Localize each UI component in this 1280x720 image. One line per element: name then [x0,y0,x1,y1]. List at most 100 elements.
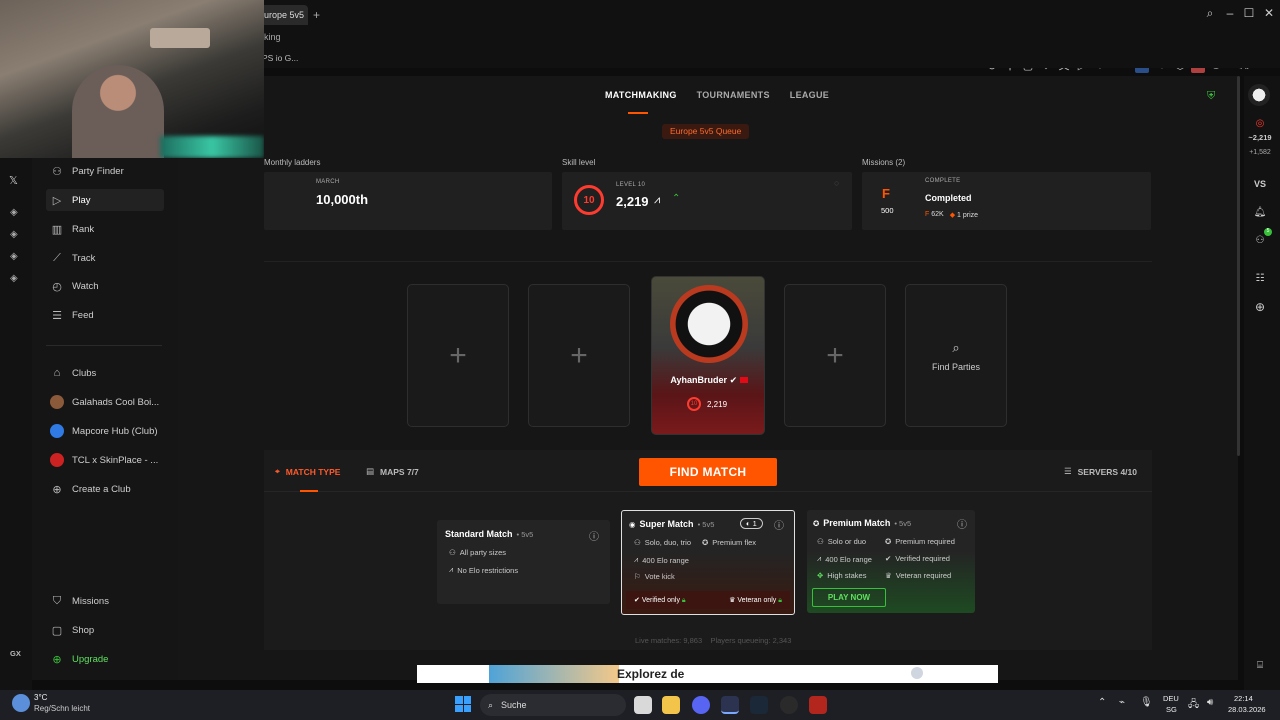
minimize-icon[interactable]: – [1223,6,1237,20]
browser-tab[interactable]: urope 5v5 [258,5,308,25]
invite-slot[interactable]: + [784,284,886,427]
sidebar-item-party-finder[interactable]: ⚇ Party Finder [46,160,164,182]
bell-icon[interactable]: 🔔︎ [1250,207,1270,218]
sidebar-item-play[interactable]: ▷ Play [46,189,164,211]
clock-date[interactable]: 28.03.2026 [1228,705,1266,714]
ad-info-icon[interactable] [911,667,923,679]
tab-league[interactable]: LEAGUE [790,90,829,100]
sidebar-item-missions[interactable]: ⛉ Missions [46,590,164,612]
info-icon[interactable]: ⓘ [589,528,599,543]
close-icon[interactable]: ✕ [1262,6,1276,20]
friends-icon[interactable]: ⚇ [1250,235,1270,246]
info-icon[interactable]: ○ [834,178,839,188]
live-stats: Live matches: 9,863 Players queueing: 2,… [635,636,791,645]
ad-banner[interactable]: Explorez de [417,665,998,683]
missions-card[interactable]: F 500 COMPLETE Completed F 62K ◆ 1 prize [862,172,1151,230]
skill-card[interactable]: 10 LEVEL 10 2,219 ⩘ ⌃ ○ [562,172,852,230]
clock-time[interactable]: 22:14 [1234,694,1253,703]
tab-match-type[interactable]: ⌖ MATCH TYPE [275,466,340,477]
create-club-button[interactable]: ⊕ Create a Club [46,478,164,500]
new-tab-icon[interactable]: + [313,8,320,22]
bookmark-item[interactable]: PS io G... [262,53,298,63]
player-card[interactable]: AyhanBruder ✔ 10 2,219 [651,276,765,435]
sidebar-club-item[interactable]: Galahads Cool Boi... [46,391,164,413]
info-icon[interactable]: ⓘ [774,517,784,532]
invite-slot[interactable]: + [528,284,630,427]
sidebar-item-feed[interactable]: ☰ Feed [46,304,164,326]
trend-icon: ⩘ [449,565,454,574]
party-list-icon[interactable]: ☷ [1250,273,1270,284]
search-icon[interactable]: ⌕ [1203,6,1217,20]
sidebar-item-shop[interactable]: ▢ Shop [46,619,164,641]
lang-layout[interactable]: SG [1166,705,1177,714]
plus-icon: + [826,338,844,372]
server-icon: ☰ [1064,466,1072,476]
network-icon[interactable]: ⌁ [1119,697,1125,708]
diamond-icon[interactable]: ◈ [10,229,18,240]
sidebar-club-item[interactable]: Mapcore Hub (Club) [46,420,164,442]
mode-suffix: • 5v5 [894,518,912,528]
network-icon[interactable]: 🖧︎ [1188,697,1199,714]
plus-icon: + [449,338,467,372]
points-icon: F [882,186,890,201]
steam-icon[interactable] [750,696,768,714]
map-icon: ▤ [366,466,375,476]
shield-icon[interactable]: ⛨ [1207,90,1215,103]
tab-tournaments[interactable]: TOURNAMENTS [697,90,770,100]
crown-icon: ♛ [729,596,736,604]
diamond-icon[interactable]: ◈ [10,207,18,218]
ladders-card[interactable]: MARCH 10,000th [264,172,552,230]
faceit-icon[interactable] [721,696,739,714]
token-badge[interactable]: ◐ 1 [740,518,763,529]
live-matches: Live matches: 9,863 [635,636,703,645]
info-icon[interactable]: ⓘ [957,516,967,531]
sidebar-item-track[interactable]: ⟋ Track [46,247,164,269]
ladders-month: MARCH [316,179,340,185]
play-now-button[interactable]: PLAY NOW [812,588,886,607]
people-icon: ⚇ [634,538,641,547]
find-parties-button[interactable]: ⌕ Find Parties [905,284,1007,427]
diamond-icon[interactable]: ◈ [10,251,18,262]
weather-icon[interactable] [12,694,30,712]
mode-suffix: • 5v5 [516,529,534,539]
discord-icon[interactable] [692,696,710,714]
volume-icon[interactable]: 🔊︎ [1207,697,1213,708]
premium-match-card[interactable]: ✪ Premium Match • 5v5 ⓘ ⚇ Solo or duo ✪ Prem… [807,510,975,613]
super-match-card[interactable]: ◉ Super Match • 5v5 ◐ 1 ⓘ ⚇ Solo, duo, trio… [621,510,795,615]
sidebar-item-label: Mapcore Hub (Club) [72,425,158,437]
sidebar-club-item[interactable]: TCL x SkinPlace - ... [46,449,164,471]
sidebar-item-clubs[interactable]: ⌂ Clubs [46,362,164,384]
chevron-up-icon[interactable]: ⌃ [1098,697,1106,708]
obs-icon[interactable] [780,696,798,714]
party-icon: ⚇ [52,165,62,178]
servers-button[interactable]: ☰ SERVERS 4/10 [1064,466,1137,477]
standard-match-card[interactable]: Standard Match • 5v5 ⓘ ⚇ All party sizes ⩘… [437,520,610,604]
diamond-icon[interactable]: ◈ [10,273,18,284]
taskbar-search[interactable]: ⌕ Suche [480,694,626,716]
file-explorer-icon[interactable] [662,696,680,714]
sidebar-item-watch[interactable]: ◴ Watch [46,275,164,297]
find-parties-label: Find Parties [931,361,981,372]
find-match-button[interactable]: FIND MATCH [639,458,777,486]
x-icon[interactable]: 𝕏 [9,174,18,187]
scrollbar[interactable] [1237,76,1240,456]
chat-icon[interactable]: ⌸ [1250,660,1270,671]
plus-circle-icon[interactable]: ⊕ [1250,300,1270,314]
vs-button[interactable]: VS [1250,179,1270,189]
maximize-icon[interactable]: ☐ [1242,6,1256,20]
task-view-icon[interactable] [634,696,652,714]
mode-suffix: • 5v5 [697,519,715,529]
tab-maps[interactable]: ▤ MAPS 7/7 [366,466,419,477]
queue-badge[interactable]: Europe 5v5 Queue [662,124,750,139]
mode-rule: Verified required [895,554,950,563]
windows-start-icon[interactable] [455,696,471,712]
points-icon: F [925,211,930,218]
lang-code[interactable]: DEU [1163,694,1179,703]
sidebar-item-rank[interactable]: ▥ Rank [46,218,164,240]
upgrade-button[interactable]: ⊕ Upgrade [46,648,164,670]
opera-gx-icon[interactable] [809,696,827,714]
mic-icon[interactable]: 🎙︎ [1140,697,1153,708]
avatar[interactable] [1248,84,1270,106]
tab-matchmaking[interactable]: MATCHMAKING [605,90,677,100]
invite-slot[interactable]: + [407,284,509,427]
